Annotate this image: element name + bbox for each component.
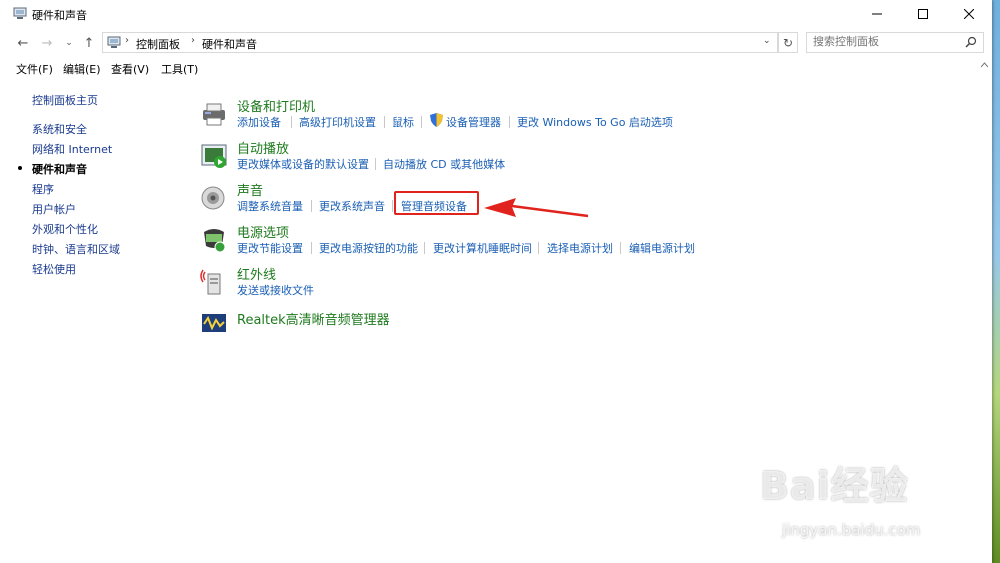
address-row: ← → ⌄ ↑ › 控制面板 › 硬件和声音 ⌄ ↻: [0, 30, 992, 54]
link-separator: [291, 116, 292, 128]
link-separator: [538, 242, 539, 254]
sidebar-item-appearance[interactable]: 外观和个性化: [32, 221, 98, 237]
menu-bar: 文件(F) 编辑(E) 查看(V) 工具(T): [0, 58, 992, 78]
link-separator: [392, 200, 393, 212]
link-change-system-sounds[interactable]: 更改系统声音: [319, 198, 385, 214]
close-button[interactable]: [946, 0, 992, 28]
autoplay-icon[interactable]: [200, 142, 228, 170]
address-dropdown-icon[interactable]: ⌄: [763, 36, 771, 46]
forward-button[interactable]: →: [39, 35, 55, 51]
refresh-button[interactable]: ↻: [778, 32, 798, 53]
breadcrumb-control-panel[interactable]: 控制面板: [136, 36, 180, 52]
link-separator: [375, 158, 376, 170]
address-bar[interactable]: › 控制面板 › 硬件和声音 ⌄: [102, 32, 778, 53]
link-power-button[interactable]: 更改电源按钮的功能: [319, 240, 418, 256]
sidebar-item-ease-of-access[interactable]: 轻松使用: [32, 261, 76, 277]
sidebar-item-hardware-sound: 硬件和声音: [32, 163, 87, 176]
control-panel-icon: [13, 7, 27, 19]
speaker-icon[interactable]: [200, 184, 228, 212]
link-change-media-defaults[interactable]: 更改媒体或设备的默认设置: [237, 156, 369, 172]
minimize-icon: [872, 13, 882, 15]
link-separator: [620, 242, 621, 254]
category-infrared[interactable]: 红外线: [237, 264, 276, 283]
breadcrumb-separator-icon: ›: [191, 35, 195, 46]
window-title: 硬件和声音: [32, 9, 87, 22]
vertical-scrollbar[interactable]: [977, 58, 992, 563]
power-icon[interactable]: [200, 226, 228, 254]
sidebar-item-programs[interactable]: 程序: [32, 181, 54, 197]
sidebar-item-clock-region[interactable]: 时钟、语言和区域: [32, 241, 120, 257]
link-separator: [424, 242, 425, 254]
category-power-options[interactable]: 电源选项: [237, 222, 289, 241]
category-devices-printers[interactable]: 设备和打印机: [237, 96, 315, 115]
link-autoplay-cd[interactable]: 自动播放 CD 或其他媒体: [383, 156, 505, 172]
annotation-arrow-icon: [484, 198, 589, 218]
link-separator: [509, 116, 510, 128]
link-separator: [311, 242, 312, 254]
link-edit-power-plan[interactable]: 编辑电源计划: [629, 240, 695, 256]
back-button[interactable]: ←: [15, 35, 31, 51]
minimize-button[interactable]: [854, 0, 900, 28]
up-button[interactable]: ↑: [81, 35, 97, 51]
title-bar: 硬件和声音: [0, 0, 992, 28]
search-input[interactable]: [813, 35, 953, 48]
link-windows-to-go[interactable]: 更改 Windows To Go 启动选项: [517, 114, 673, 130]
link-separator: [384, 116, 385, 128]
scroll-up-icon: [981, 62, 988, 68]
arrow-up-icon: ↑: [83, 35, 95, 51]
recent-locations-button[interactable]: ⌄: [61, 35, 77, 51]
watermark: Bai经验 jingyan.baidu.com: [760, 455, 920, 539]
link-send-receive-files[interactable]: 发送或接收文件: [237, 282, 314, 298]
sidebar-item-network[interactable]: 网络和 Internet: [32, 141, 112, 157]
sidebar-item-user-accounts[interactable]: 用户帐户: [32, 201, 76, 217]
link-add-device[interactable]: 添加设备: [237, 114, 281, 130]
printer-icon[interactable]: [200, 100, 228, 128]
control-panel-window: 硬件和声音 ← → ⌄ ↑ › 控制面板 › 硬件和声音 ⌄ ↻ 搜索控制面板 …: [0, 0, 992, 563]
sidebar-item-home[interactable]: 控制面板主页: [32, 92, 98, 108]
realtek-icon[interactable]: [200, 308, 228, 336]
category-realtek[interactable]: Realtek高清晰音频管理器: [237, 309, 390, 328]
maximize-icon: [918, 9, 928, 19]
watermark-logo: Bai经验: [760, 464, 909, 508]
breadcrumb-separator-icon: ›: [125, 35, 129, 46]
link-advanced-printer[interactable]: 高级打印机设置: [299, 114, 376, 130]
link-separator: [311, 200, 312, 212]
watermark-url: jingyan.baidu.com: [782, 521, 921, 539]
link-mouse[interactable]: 鼠标: [392, 114, 414, 130]
refresh-icon: ↻: [782, 35, 794, 50]
search-icon: [965, 36, 977, 48]
search-box[interactable]: [806, 32, 984, 53]
arrow-right-icon: →: [41, 35, 53, 51]
control-panel-icon: [107, 36, 121, 48]
close-icon: [964, 9, 974, 19]
category-sound[interactable]: 声音: [237, 180, 263, 199]
link-separator: [421, 116, 422, 128]
active-indicator-icon: [18, 166, 22, 170]
menu-tools[interactable]: 工具(T): [161, 61, 198, 77]
link-adjust-volume[interactable]: 调整系统音量: [237, 198, 303, 214]
menu-edit[interactable]: 编辑(E): [63, 61, 101, 77]
link-sleep-time[interactable]: 更改计算机睡眠时间: [433, 240, 532, 256]
category-autoplay[interactable]: 自动播放: [237, 138, 289, 157]
annotation-highlight-box: [394, 191, 479, 215]
link-power-saving[interactable]: 更改节能设置: [237, 240, 303, 256]
desktop-background: [992, 0, 1000, 563]
menu-file[interactable]: 文件(F): [16, 61, 53, 77]
shield-icon: [430, 113, 443, 127]
chevron-down-icon: ⌄: [65, 38, 73, 48]
infrared-icon[interactable]: [200, 268, 228, 296]
sidebar-item-system-security[interactable]: 系统和安全: [32, 121, 87, 137]
maximize-button[interactable]: [900, 0, 946, 28]
link-choose-power-plan[interactable]: 选择电源计划: [547, 240, 613, 256]
link-device-manager[interactable]: 设备管理器: [446, 114, 501, 130]
breadcrumb-hardware-sound[interactable]: 硬件和声音: [202, 36, 257, 52]
menu-view[interactable]: 查看(V): [111, 61, 149, 77]
arrow-left-icon: ←: [17, 35, 29, 51]
